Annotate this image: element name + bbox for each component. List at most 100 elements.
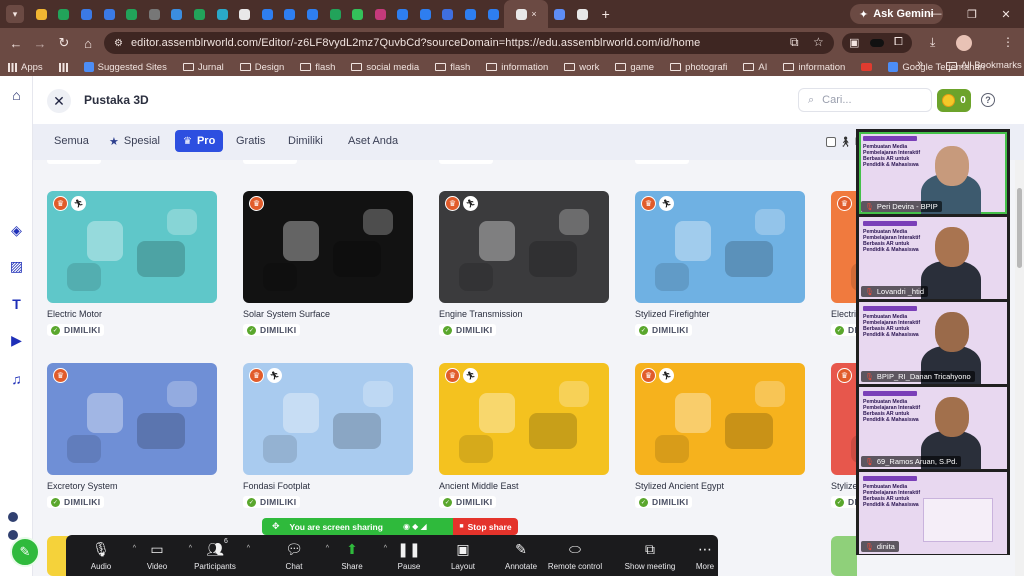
filter-tab-pro[interactable]: ♛ Pro <box>175 130 224 152</box>
browser-tab[interactable] <box>98 0 121 28</box>
all-bookmarks-button[interactable]: All Bookmarks <box>946 60 1022 71</box>
browser-tab[interactable] <box>414 0 437 28</box>
asset-thumbnail[interactable]: ♛ <box>243 191 413 303</box>
bookmark-item[interactable]: Suggested Sites <box>83 62 167 73</box>
browser-tab[interactable] <box>301 0 324 28</box>
address-bar[interactable]: ⚙ editor.assemblrworld.com/Editor/-z6LF8… <box>104 32 834 54</box>
chat-button[interactable]: 💬︎ Chat ^ <box>269 540 329 571</box>
annotate-button[interactable]: ✎ Annotate <box>496 540 546 571</box>
show-meeting-button[interactable]: ⧉ Show meeting <box>625 540 676 571</box>
puzzle-icon[interactable]: ⧠ <box>894 36 903 49</box>
participant-video-tile[interactable]: Pembuatan Media Pembelajaran Interaktif … <box>859 387 1007 469</box>
home-icon[interactable]: ⌂ <box>76 36 100 51</box>
bookmark-item[interactable]: photografi <box>670 62 727 73</box>
remote-control-button[interactable]: ⬭ Remote control <box>548 540 602 571</box>
extension-icon[interactable]: ▣ <box>849 36 859 49</box>
browser-tab[interactable] <box>30 0 53 28</box>
bookmark-item[interactable]: game <box>615 62 654 73</box>
asset-card[interactable]: ♛ Excretory System ✓ DIMILIKI <box>47 363 217 508</box>
video-button[interactable]: ▭ Video ^ <box>132 540 192 571</box>
video-play-icon[interactable]: ▶ <box>8 332 25 349</box>
bookmark-item[interactable]: flash <box>300 62 335 73</box>
checkbox-box[interactable] <box>826 137 836 147</box>
bookmark-item[interactable]: flash <box>435 62 470 73</box>
bookmark-item[interactable]: Design <box>239 62 284 73</box>
bookmark-item[interactable]: information <box>486 62 548 73</box>
asset-card[interactable]: ♛ Electri ✓DIMILIKI <box>831 191 857 336</box>
layout-button[interactable]: ▣ Layout <box>438 540 488 571</box>
more-button[interactable]: ⋯ More <box>680 540 730 571</box>
back-arrow-icon[interactable]: ← <box>4 36 28 51</box>
new-tab-button[interactable]: + <box>602 6 610 22</box>
bookmark-item[interactable]: social media <box>351 62 419 73</box>
bookmark-item[interactable]: AI <box>743 62 767 73</box>
bookmark-item[interactable]: Apps <box>8 62 43 73</box>
browser-tab[interactable] <box>143 0 166 28</box>
browser-menu-icon[interactable]: ⋮ <box>1002 35 1014 49</box>
restore-window-button[interactable]: ❐ <box>954 0 990 28</box>
annotation-pencil-button[interactable]: ✎ <box>10 537 40 567</box>
asset-card[interactable]: ♛ 🏃︎ Stylized Ancient Egypt ✓ DIMILIKI <box>635 363 805 508</box>
reload-icon[interactable]: ↻ <box>52 35 76 51</box>
text-icon[interactable]: T <box>8 295 25 312</box>
participant-video-tile[interactable]: Pembuatan Media Pembelajaran Interaktif … <box>859 217 1007 299</box>
participants-button[interactable]: 👥︎ 6 Participants ^ <box>190 538 250 571</box>
browser-tab[interactable] <box>120 0 143 28</box>
browser-tab[interactable] <box>211 0 234 28</box>
asset-thumbnail[interactable]: ♛ 🏃︎ <box>47 191 217 303</box>
browser-tab[interactable] <box>279 0 302 28</box>
filter-tab-spesial[interactable]: ★ Spesial <box>101 130 168 152</box>
browser-tab[interactable] <box>482 0 505 28</box>
browser-tab[interactable] <box>233 0 256 28</box>
minimize-window-button[interactable]: — <box>918 0 954 28</box>
browser-tab[interactable] <box>548 0 571 28</box>
browser-tab[interactable] <box>392 0 415 28</box>
filter-tab-dimiliki[interactable]: Dimiliki <box>280 130 331 152</box>
site-info-icon[interactable]: ⚙ <box>114 38 123 49</box>
browser-tab[interactable] <box>75 0 98 28</box>
bookmark-item[interactable]: work <box>564 62 599 73</box>
browser-tab[interactable] <box>346 0 369 28</box>
share-button[interactable]: ⬆ Share ^ <box>327 540 387 571</box>
asset-thumbnail[interactable]: ♛ 🏃︎ <box>635 191 805 303</box>
browser-tab[interactable] <box>188 0 211 28</box>
asset-card[interactable]: ♛ 🏃︎ Engine Transmission ✓ DIMILIKI <box>439 191 609 336</box>
asset-thumbnail[interactable]: ♛ <box>47 363 217 475</box>
music-note-icon[interactable]: ♫ <box>8 370 25 387</box>
profile-extension-icon[interactable] <box>870 39 884 47</box>
more-bookmarks-chevron[interactable]: » <box>917 58 923 70</box>
search-input[interactable]: ⌕ Cari... <box>798 88 932 112</box>
asset-thumbnail[interactable]: ♛ 🏃︎ <box>243 363 413 475</box>
image-icon[interactable]: ▨ <box>8 258 25 275</box>
bookmark-item[interactable]: information <box>783 62 845 73</box>
asset-card[interactable]: ♛ 🏃︎ Stylized Firefighter ✓ DIMILIKI <box>635 191 805 336</box>
browser-tab[interactable] <box>324 0 347 28</box>
close-window-button[interactable]: ✕ <box>988 0 1024 28</box>
bookmark-star-icon[interactable]: ☆ <box>813 35 824 49</box>
browser-tab[interactable] <box>256 0 279 28</box>
home-icon[interactable]: ⌂ <box>8 86 25 103</box>
browser-tab[interactable] <box>459 0 482 28</box>
browser-tab[interactable] <box>437 0 460 28</box>
participant-video-tile[interactable]: Pembuatan Media Pembelajaran Interaktif … <box>859 472 1007 554</box>
profile-avatar[interactable] <box>956 35 972 51</box>
asset-card[interactable]: ♛ Solar System Surface ✓ DIMILIKI <box>243 191 413 336</box>
participant-video-tile[interactable]: Pembuatan Media Pembelajaran Interaktif … <box>859 132 1007 214</box>
filter-tab-gratis[interactable]: Gratis <box>228 130 273 152</box>
install-app-icon[interactable]: ⧉ <box>790 35 799 50</box>
bookmark-item[interactable] <box>861 63 873 71</box>
browser-tab[interactable] <box>53 0 76 28</box>
browser-tab[interactable] <box>166 0 189 28</box>
chevron-up-icon[interactable]: ^ <box>247 545 250 552</box>
filter-tab-semua[interactable]: Semua <box>46 130 97 152</box>
pause-button[interactable]: ❚❚ Pause <box>384 540 434 571</box>
forward-arrow-icon[interactable]: → <box>28 36 52 51</box>
asset-thumbnail[interactable]: ♛ <box>831 191 857 303</box>
close-library-button[interactable]: ✕ <box>47 89 71 113</box>
bookmark-item[interactable]: Jurnal <box>182 62 224 73</box>
asset-thumbnail[interactable]: ♛ <box>831 363 857 475</box>
asset-thumbnail[interactable]: ♛ 🏃︎ <box>635 363 805 475</box>
filter-tab-aset-anda[interactable]: Aset Anda <box>340 130 406 152</box>
asset-thumbnail[interactable]: ♛ 🏃︎ <box>439 191 609 303</box>
asset-card[interactable]: ♛ 🏃︎ Electric Motor ✓ DIMILIKI <box>47 191 217 336</box>
